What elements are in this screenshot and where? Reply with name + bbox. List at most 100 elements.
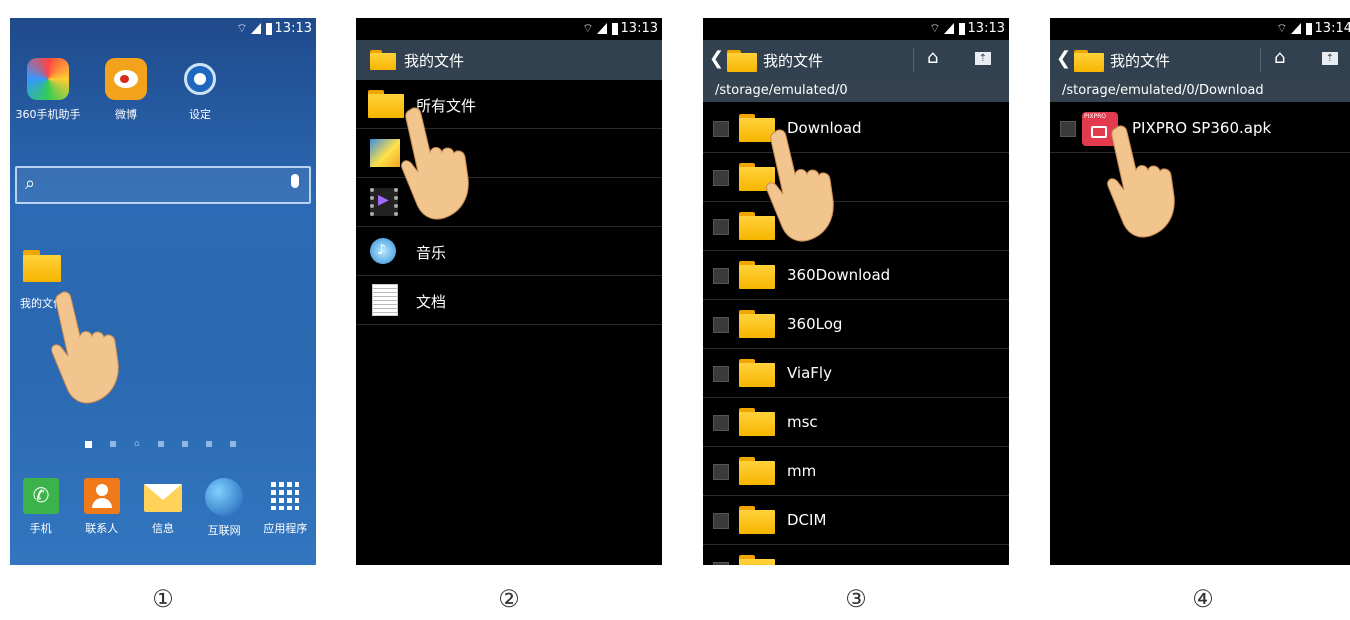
battery-icon <box>958 22 965 35</box>
back-chevron-icon[interactable]: ❮ <box>1056 48 1071 69</box>
category-documents[interactable]: 文档 <box>356 276 662 325</box>
folder-row-partial[interactable] <box>703 545 1009 565</box>
folder-up-icon[interactable]: ⇡ <box>975 52 991 65</box>
category-label: 文档 <box>416 293 447 311</box>
download-folder-screen: ⌔ 13:14 ❮ 我的文件 ⌂ ⇡ /storage/emulated/0/D… <box>1050 18 1350 565</box>
app-title: 我的文件 <box>1110 52 1171 70</box>
app-label: 手机 <box>29 522 52 535</box>
status-bar: ⌔ 13:14 <box>1050 18 1350 40</box>
folder-row[interactable]: ViaFly <box>703 349 1009 398</box>
status-time: 13:13 <box>967 21 1005 36</box>
app-settings[interactable]: 设定 <box>160 58 240 122</box>
step-caption: ④ <box>1192 585 1214 613</box>
divider <box>1260 48 1261 72</box>
divider <box>913 48 914 72</box>
home-screen: ⌔ 13:13 360手机助手 微博 设定 ⌕ 我的文件 ⌂ ✆ 手机 联系人 … <box>10 18 316 565</box>
status-time: 13:14 <box>1314 21 1350 36</box>
folder-icon <box>739 457 775 485</box>
search-icon: ⌕ <box>25 173 36 194</box>
step-caption: ③ <box>845 585 867 613</box>
folder-name: 360Download <box>787 266 891 284</box>
folder-icon <box>739 310 775 338</box>
wifi-icon: ⌔ <box>1276 21 1288 35</box>
folder-icon <box>739 555 775 565</box>
path-bar: /storage/emulated/0/Download <box>1050 80 1350 102</box>
folder-row[interactable]: Download <box>703 104 1009 153</box>
my-files-home-screen: ⌔ 13:13 我的文件 所有文件 ▶ ♪ 音乐 文档 <box>356 18 662 565</box>
tap-hand-icon <box>1107 125 1175 238</box>
app-weibo[interactable]: 微博 <box>86 58 166 122</box>
app-label: 设定 <box>189 108 211 121</box>
tap-hand-icon <box>766 129 834 242</box>
folder-row[interactable] <box>703 202 1009 251</box>
row-checkbox[interactable] <box>713 464 729 480</box>
folder-row[interactable] <box>703 153 1009 202</box>
folder-row[interactable]: DCIM <box>703 496 1009 545</box>
folder-icon <box>739 506 775 534</box>
app-bar: ❮ 我的文件 ⌂ ⇡ <box>703 40 1009 80</box>
status-time: 13:13 <box>274 21 312 36</box>
folder-icon <box>23 250 61 282</box>
wifi-icon: ⌔ <box>582 21 594 35</box>
row-checkbox[interactable] <box>1060 121 1076 137</box>
folder-row[interactable]: 360Download <box>703 251 1009 300</box>
folder-up-icon[interactable]: ⇡ <box>1322 52 1338 65</box>
step-caption: ② <box>498 585 520 613</box>
home-icon[interactable]: ⌂ <box>927 47 938 68</box>
row-checkbox[interactable] <box>713 317 729 333</box>
back-chevron-icon[interactable]: ❮ <box>709 48 724 69</box>
row-checkbox[interactable] <box>713 366 729 382</box>
internet-globe-icon <box>205 478 244 516</box>
folder-icon <box>727 50 757 72</box>
tap-hand-icon <box>51 291 119 404</box>
phone-icon: ✆ <box>22 478 59 514</box>
category-music[interactable]: ♪ 音乐 <box>356 227 662 276</box>
folder-icon <box>739 261 775 289</box>
app-bar: ❮ 我的文件 ⌂ ⇡ <box>1050 40 1350 80</box>
document-icon <box>372 284 398 316</box>
path-bar: /storage/emulated/0 <box>703 80 1009 102</box>
folder-row[interactable]: 360Log <box>703 300 1009 349</box>
folder-row[interactable]: msc <box>703 398 1009 447</box>
apps-grid-icon <box>267 478 303 514</box>
dock-contacts[interactable]: 联系人 <box>72 478 132 538</box>
folder-icon <box>739 359 775 387</box>
folder-name: 360Log <box>787 315 843 333</box>
google-search-bar[interactable]: ⌕ <box>15 166 311 204</box>
folder-icon <box>370 50 396 70</box>
row-checkbox[interactable] <box>713 513 729 529</box>
messages-icon <box>143 484 182 512</box>
row-checkbox[interactable] <box>713 415 729 431</box>
dock-messages[interactable]: 信息 <box>133 478 193 538</box>
contacts-icon <box>83 478 120 514</box>
app-label: 360手机助手 <box>15 108 81 121</box>
app-bar: 我的文件 <box>356 40 662 80</box>
signal-icon <box>250 23 261 34</box>
row-checkbox[interactable] <box>713 562 729 565</box>
app-360-assistant[interactable]: 360手机助手 <box>10 58 88 122</box>
app-title: 我的文件 <box>404 52 465 70</box>
folder-row[interactable]: mm <box>703 447 1009 496</box>
dock-apps[interactable]: 应用程序 <box>255 478 315 538</box>
dock-internet[interactable]: 互联网 <box>194 478 254 538</box>
page-indicator: ⌂ <box>85 439 236 449</box>
mic-icon[interactable] <box>291 174 299 188</box>
file-row[interactable]: PIXPRO PIXPRO SP360.apk <box>1050 104 1350 153</box>
folder-name: DCIM <box>787 511 827 529</box>
step-caption: ① <box>152 585 174 613</box>
app-label: 互联网 <box>207 524 241 537</box>
app-title: 我的文件 <box>763 52 824 70</box>
home-icon[interactable]: ⌂ <box>1274 47 1285 68</box>
row-checkbox[interactable] <box>713 170 729 186</box>
signal-icon <box>1290 23 1301 34</box>
row-checkbox[interactable] <box>713 121 729 137</box>
app-label: 应用程序 <box>263 522 308 535</box>
row-checkbox[interactable] <box>713 268 729 284</box>
weibo-icon <box>105 58 147 100</box>
video-icon: ▶ <box>370 188 398 216</box>
battery-icon <box>1305 22 1312 35</box>
row-checkbox[interactable] <box>713 219 729 235</box>
dock-phone[interactable]: ✆ 手机 <box>11 478 71 538</box>
status-time: 13:13 <box>620 21 658 36</box>
music-icon: ♪ <box>370 238 396 264</box>
